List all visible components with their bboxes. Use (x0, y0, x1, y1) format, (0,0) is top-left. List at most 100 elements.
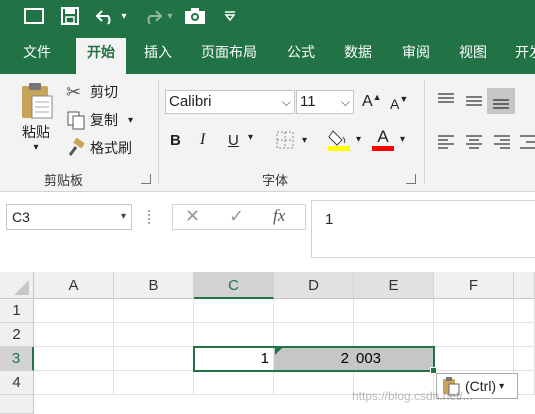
row-header-4[interactable]: 4 (0, 371, 34, 395)
cell-a2[interactable] (34, 323, 114, 347)
row-header-2[interactable]: 2 (0, 323, 34, 347)
undo-icon[interactable] (94, 5, 118, 27)
cell-g3[interactable] (514, 347, 535, 371)
window-icon[interactable] (22, 5, 46, 27)
decrease-font-size-button[interactable]: A ▼ (390, 94, 408, 114)
format-painter-button[interactable]: 格式刷 (66, 136, 132, 160)
align-left-icon[interactable] (436, 132, 456, 152)
borders-button[interactable]: ▾ (276, 130, 307, 150)
copy-dropdown-icon[interactable]: ▾ (128, 115, 133, 126)
align-right-icon[interactable] (492, 132, 512, 152)
cell-f3[interactable] (434, 347, 514, 371)
row-header-1[interactable]: 1 (0, 299, 34, 323)
tab-data[interactable]: 数据 (333, 38, 383, 74)
cell-d2[interactable] (274, 323, 354, 347)
cell-a4[interactable] (34, 371, 114, 395)
watermark: https://blog.csdn.net/... (352, 389, 473, 403)
cell-e2[interactable] (354, 323, 434, 347)
error-indicator-icon[interactable] (275, 348, 282, 355)
cell-b3[interactable] (114, 347, 194, 371)
select-all-corner[interactable] (0, 272, 34, 299)
column-header-b[interactable]: B (114, 272, 194, 299)
formula-actions: ✕ ✓ fx (172, 204, 306, 230)
customize-icon[interactable] (222, 5, 238, 27)
insert-function-icon[interactable]: fx (273, 206, 285, 226)
cell-b2[interactable] (114, 323, 194, 347)
paste-options-dropdown-icon: ▾ (499, 380, 505, 392)
formula-input[interactable]: 1 (311, 200, 535, 258)
chevron-down-icon[interactable]: ▾ (121, 205, 126, 229)
save-icon[interactable] (58, 5, 82, 27)
tab-view[interactable]: 视图 (448, 38, 498, 74)
copy-button[interactable]: 复制 ▾ (66, 108, 133, 132)
font-color-dropdown-icon: ▾ (400, 133, 406, 145)
cut-label: 剪切 (90, 85, 118, 101)
cell-e3[interactable]: 003 (354, 347, 434, 371)
cell-f2[interactable] (434, 323, 514, 347)
tab-insert[interactable]: 插入 (133, 38, 183, 74)
redo-dropdown-icon[interactable]: ▾ (164, 5, 176, 27)
cell-c2[interactable] (194, 323, 274, 347)
column-header-f[interactable]: F (434, 272, 514, 299)
tab-home[interactable]: 开始 (76, 38, 126, 74)
indent-icon[interactable] (518, 132, 535, 152)
copy-icon (67, 111, 85, 130)
font-family-select[interactable]: Calibri ⌵ (165, 90, 295, 114)
cell-g1[interactable] (514, 299, 535, 323)
font-color-button[interactable]: A ▾ (372, 126, 405, 152)
paste-button[interactable]: 粘贴 ▾ (14, 82, 58, 156)
column-header-c[interactable]: C (194, 272, 274, 299)
font-size-select[interactable]: 11 ⌵ (296, 90, 354, 114)
increase-font-size-button[interactable]: A ▲ (362, 92, 382, 112)
font-dialog-launcher-icon[interactable] (406, 174, 416, 184)
tab-developer[interactable]: 开发 (504, 38, 535, 74)
column-header-d[interactable]: D (274, 272, 354, 299)
paintbrush-icon (68, 138, 85, 156)
column-header-e[interactable]: E (354, 272, 434, 299)
camera-icon[interactable] (183, 5, 207, 27)
underline-button[interactable]: U (228, 130, 244, 150)
tab-formulas[interactable]: 公式 (276, 38, 326, 74)
row-header-5[interactable] (0, 395, 34, 414)
cancel-icon[interactable]: ✕ (185, 206, 200, 227)
cell-e1[interactable] (354, 299, 434, 323)
cell-f1[interactable] (434, 299, 514, 323)
cell-d1[interactable] (274, 299, 354, 323)
align-bottom-icon[interactable] (487, 88, 515, 114)
grow-font-icon: ▲ (372, 92, 382, 102)
name-box[interactable]: C3 ▾ (6, 204, 132, 230)
cell-c4[interactable] (194, 371, 274, 395)
align-middle-icon[interactable] (464, 90, 484, 110)
cell-b1[interactable] (114, 299, 194, 323)
font-group-label: 字体 (262, 174, 289, 189)
align-top-icon[interactable] (436, 90, 456, 110)
fill-color-button[interactable]: ▾ (328, 126, 361, 152)
tab-page-layout[interactable]: 页面布局 (190, 38, 268, 74)
redo-icon[interactable] (140, 5, 164, 27)
copy-label: 复制 (90, 113, 118, 129)
undo-dropdown-icon[interactable]: ▾ (118, 5, 130, 27)
cell-a1[interactable] (34, 299, 114, 323)
italic-button[interactable]: I (200, 130, 218, 150)
cell-b4[interactable] (114, 371, 194, 395)
enter-icon[interactable]: ✓ (229, 206, 244, 227)
cell-g2[interactable] (514, 323, 535, 347)
cell-d3[interactable]: 2 (274, 347, 354, 371)
tab-file[interactable]: 文件 (12, 38, 62, 74)
tab-review[interactable]: 审阅 (391, 38, 441, 74)
cell-a3[interactable] (34, 347, 114, 371)
cell-d4[interactable] (274, 371, 354, 395)
cell-c3[interactable]: 1 (194, 347, 274, 371)
row-header-3[interactable]: 3 (0, 347, 34, 371)
bold-button[interactable]: B (170, 130, 188, 150)
column-header-a[interactable]: A (34, 272, 114, 299)
underline-dropdown-icon[interactable]: ▾ (248, 132, 253, 143)
align-center-icon[interactable] (464, 132, 484, 152)
group-separator (424, 80, 425, 184)
clipboard-dialog-launcher-icon[interactable] (141, 174, 151, 184)
column-header-g[interactable] (514, 272, 535, 299)
font-color-swatch (372, 146, 394, 151)
cut-button[interactable]: ✂ 剪切 (66, 80, 118, 104)
cell-c1[interactable] (194, 299, 274, 323)
formula-bar-grip-icon[interactable] (148, 210, 152, 224)
